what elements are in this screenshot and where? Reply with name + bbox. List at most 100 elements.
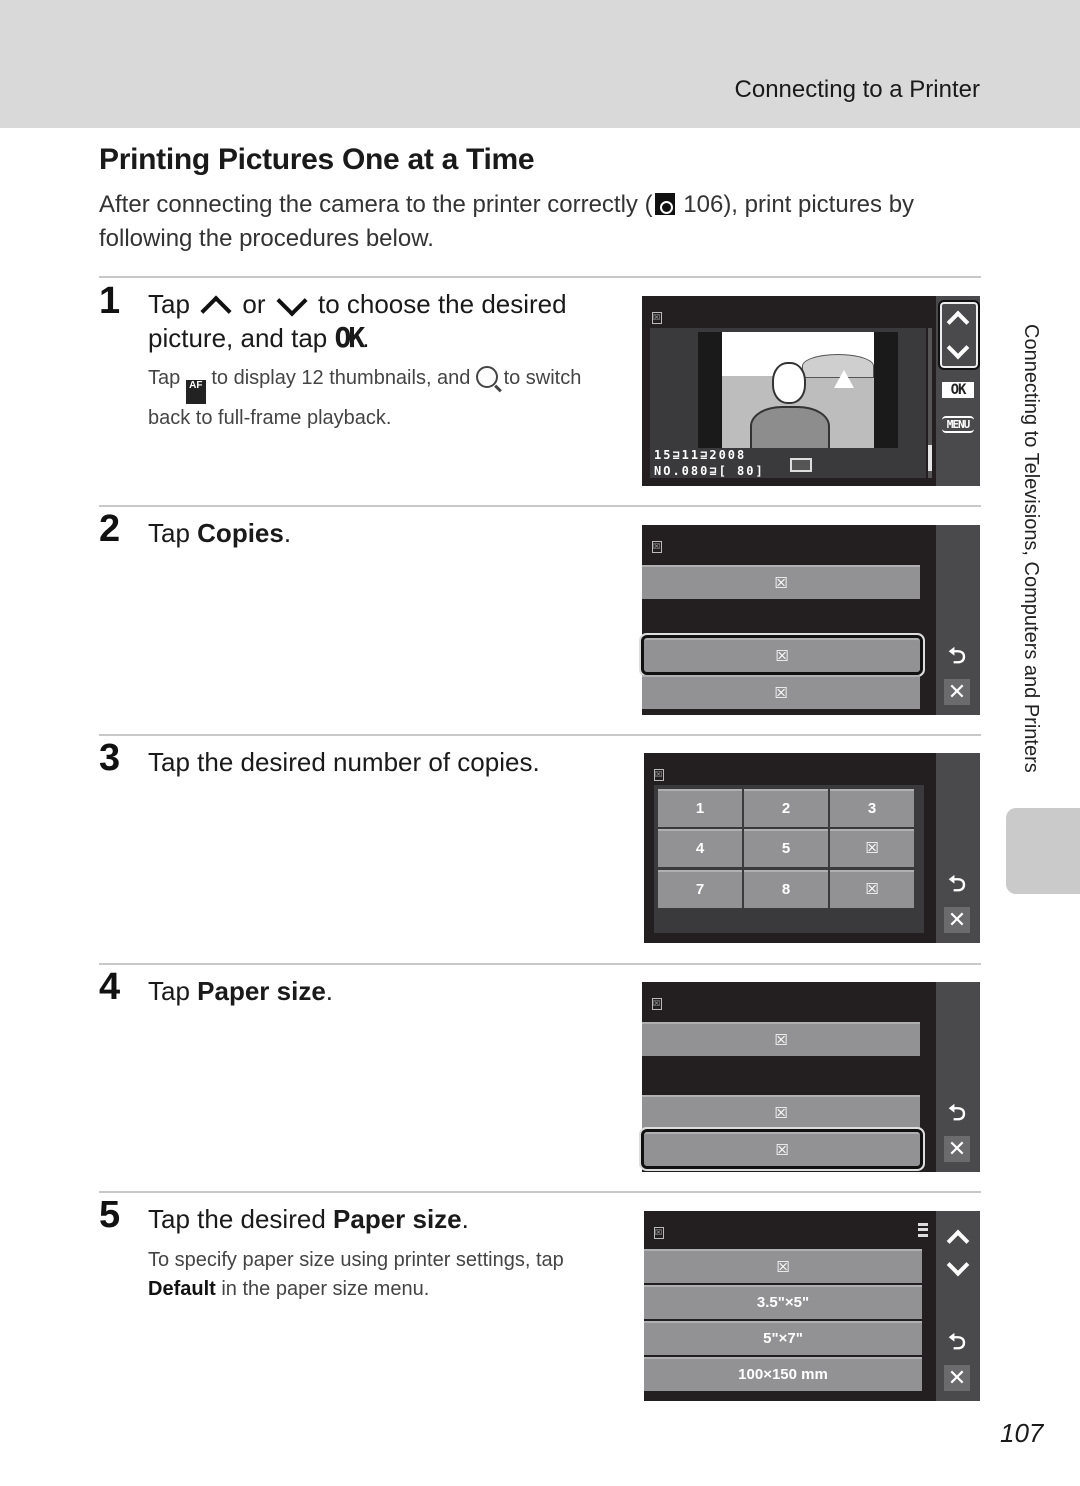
copies-key[interactable]: 7	[658, 870, 742, 908]
placeholder-glyph: ☒	[654, 1227, 664, 1239]
menu-row-copies[interactable]: ☒	[641, 635, 923, 675]
page-number: 107	[1000, 1418, 1044, 1448]
back-icon[interactable]: ⮌	[944, 871, 970, 897]
placeholder-glyph: ☒	[654, 769, 664, 781]
scroll-thumb[interactable]	[928, 444, 932, 471]
row-label: ☒	[774, 685, 788, 702]
chapter-tab-label: Connecting to Televisions, Computers and…	[1020, 324, 1042, 773]
copies-key[interactable]: ☒	[830, 870, 914, 908]
row-label: ☒	[775, 1142, 789, 1159]
back-icon[interactable]: ⮌	[944, 1100, 970, 1126]
copies-keypad: 1 2 3 4 5 ☒ 7 8 ☒	[654, 785, 924, 933]
back-icon[interactable]: ⮌	[944, 643, 970, 669]
zoom-icon	[476, 366, 498, 388]
menu-row[interactable]: ☒	[642, 675, 920, 709]
camera-screen-copies: ☒ 1 2 3 4 5 ☒ 7 8 ☒ ⮌ ✕	[644, 753, 980, 943]
intro-part: After connecting the camera to the print…	[99, 191, 653, 218]
row-label: 3.5"×5"	[756, 1294, 810, 1311]
row-label: 100×150 mm	[738, 1366, 828, 1383]
paper-size-option[interactable]: 100×150 mm	[644, 1357, 922, 1391]
divider	[99, 734, 981, 736]
default-label: Default	[148, 1278, 216, 1300]
text: .	[325, 976, 334, 1006]
menu-row[interactable]: ☒	[642, 1022, 920, 1056]
copies-key[interactable]: 1	[658, 789, 742, 827]
camera-screen-playback: ☒ 15⊒11⊒2008 NO.080⊒[ 80] OK MENU	[642, 296, 980, 486]
step-text: Tap the desired number of copies.	[148, 747, 540, 777]
divider	[99, 505, 981, 507]
step-subtext: To specify paper size using printer sett…	[148, 1246, 618, 1304]
close-icon[interactable]: ✕	[944, 907, 970, 933]
reference-icon	[654, 193, 675, 215]
paper-size-label: Paper size	[333, 1204, 462, 1234]
row-label: ☒	[775, 648, 789, 665]
placeholder-glyph: ☒	[652, 998, 662, 1010]
step-text: Tap or to choose the desired picture, an…	[148, 287, 618, 355]
up-chevron-icon	[199, 294, 233, 318]
step-number: 5	[99, 1194, 121, 1236]
step-text: Tap Copies.	[148, 516, 618, 550]
paper-size-option[interactable]: 3.5"×5"	[644, 1285, 922, 1319]
close-icon[interactable]: ✕	[944, 679, 970, 705]
menu-row[interactable]: ☒	[642, 565, 920, 599]
file-readout: NO.080⊒[ 80]	[654, 464, 765, 478]
step-text: Tap the desired Paper size.	[148, 1202, 618, 1236]
step-number: 2	[99, 508, 121, 550]
text: in the paper size menu.	[215, 1278, 430, 1300]
section-title: Connecting to a Printer	[734, 76, 980, 103]
close-icon[interactable]: ✕	[944, 1136, 970, 1162]
scrollbar[interactable]	[928, 328, 932, 478]
paper-size-option[interactable]: ☒	[644, 1249, 922, 1283]
text: Tap	[148, 518, 198, 548]
close-icon[interactable]: ✕	[944, 1365, 970, 1391]
ok-button[interactable]: OK	[942, 382, 974, 398]
copies-key[interactable]: 2	[744, 789, 828, 827]
intro-page-ref: 106	[683, 191, 724, 218]
step-number: 4	[99, 966, 121, 1008]
up-button[interactable]	[946, 310, 968, 324]
text: .	[283, 518, 292, 548]
list-scroll-icon	[918, 1223, 928, 1237]
text: To specify paper size using printer sett…	[148, 1249, 564, 1271]
copies-key[interactable]: ☒	[830, 829, 914, 867]
row-label: ☒	[776, 1259, 790, 1276]
divider	[99, 1191, 981, 1193]
text: Tap	[148, 976, 198, 1006]
down-button[interactable]	[946, 346, 968, 360]
copies-key[interactable]: 3	[830, 789, 914, 827]
header-band: Connecting to a Printer	[0, 0, 1080, 128]
up-button[interactable]	[946, 1229, 968, 1243]
divider	[99, 276, 981, 278]
text: Tap the desired	[148, 1204, 334, 1234]
copies-key[interactable]: 8	[744, 870, 828, 908]
frame-icon	[790, 458, 812, 472]
chapter-tab	[1006, 808, 1080, 894]
menu-button[interactable]: MENU	[942, 416, 974, 433]
down-chevron-icon	[275, 294, 309, 318]
intro-text: After connecting the camera to the print…	[99, 188, 959, 256]
step-number: 3	[99, 737, 121, 779]
row-label: ☒	[774, 575, 788, 592]
copies-key[interactable]: 4	[658, 829, 742, 867]
row-label: 5"×7"	[763, 1330, 803, 1347]
paper-size-option[interactable]: 5"×7"	[644, 1321, 922, 1355]
copies-key[interactable]: 5	[744, 829, 828, 867]
menu-row[interactable]: ☒	[642, 1095, 920, 1129]
date-readout: 15⊒11⊒2008	[654, 448, 747, 462]
page-title: Printing Pictures One at a Time	[99, 143, 535, 176]
step-subtext: Tap AF to display 12 thumbnails, and to …	[148, 364, 618, 433]
text: or	[242, 289, 266, 319]
divider	[99, 963, 981, 965]
back-icon[interactable]: ⮌	[944, 1329, 970, 1355]
text: to display 12 thumbnails, and	[211, 367, 471, 389]
thumbnail-icon: AF	[185, 380, 206, 404]
placeholder-glyph: ☒	[652, 312, 662, 324]
step-text: Tap Paper size.	[148, 974, 618, 1008]
text: .	[461, 1204, 469, 1234]
menu-row-paper-size[interactable]: ☒	[641, 1129, 923, 1169]
side-panel: ⮌ ✕	[936, 982, 980, 1172]
copies-label: Copies	[197, 518, 284, 548]
side-panel: ⮌ ✕	[936, 753, 980, 943]
down-button[interactable]	[946, 1263, 968, 1277]
step-number: 1	[99, 280, 121, 322]
